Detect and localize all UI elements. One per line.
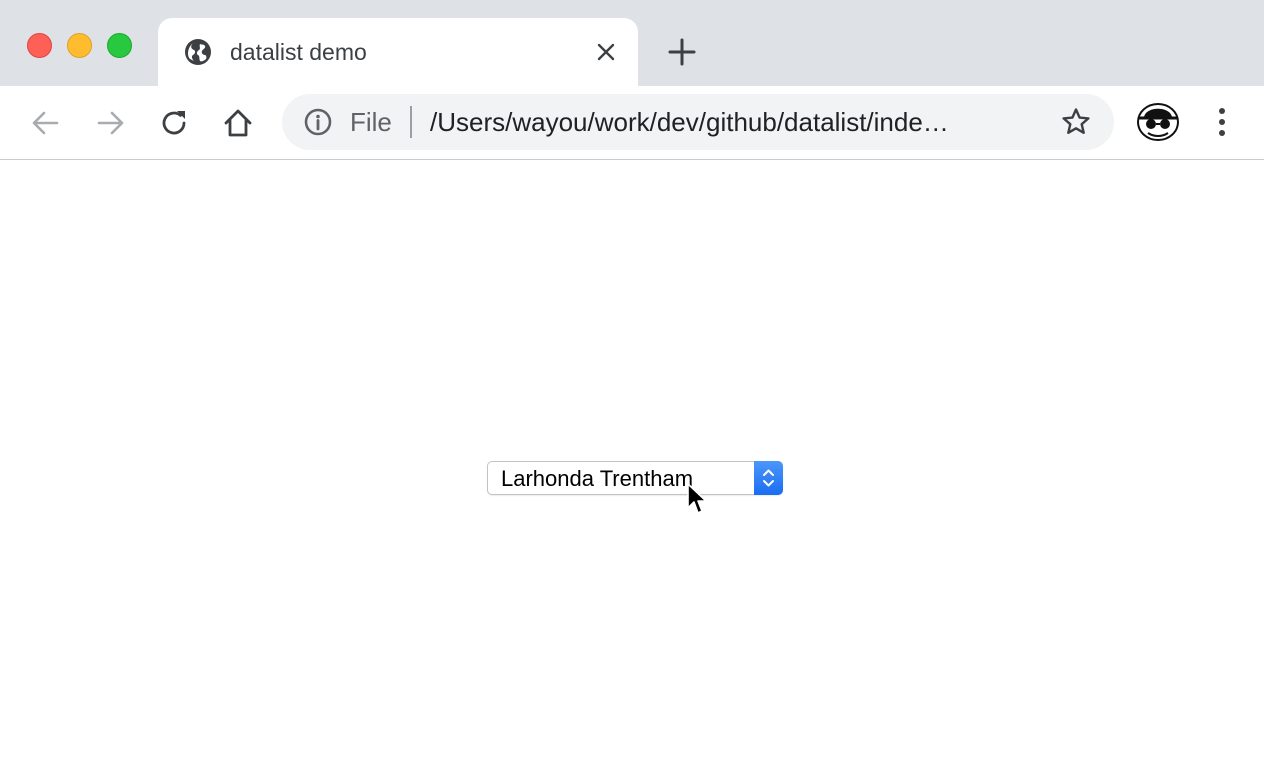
more-vert-icon[interactable] [1206,104,1238,140]
browser-window: datalist demo File /Users/wayou/work/dev… [0,0,1264,764]
select-selected-value: Larhonda Trentham [501,466,694,491]
reload-icon[interactable] [157,106,191,140]
home-icon[interactable] [221,106,255,140]
select-arrow-button[interactable] [754,461,783,495]
browser-toolbar: File /Users/wayou/work/dev/github/datali… [0,86,1264,160]
incognito-avatar-icon[interactable] [1136,102,1180,142]
arrow-right-icon[interactable] [93,106,127,140]
tab-title: datalist demo [230,39,367,65]
mouse-cursor-icon [687,483,707,514]
info-icon[interactable] [302,106,334,138]
url-scheme-label: File [350,107,392,137]
plus-icon[interactable] [666,36,698,68]
url-text[interactable]: /Users/wayou/work/dev/github/datalist/in… [430,107,1030,137]
up-down-chevron-icon [763,469,774,487]
window-close-button[interactable] [27,33,52,58]
tab-datalist-demo[interactable]: datalist demo [158,18,638,86]
star-icon[interactable] [1060,106,1092,138]
url-separator [410,106,412,138]
page-content: Larhonda Trentham [0,160,1264,764]
window-maximize-button[interactable] [107,33,132,58]
window-minimize-button[interactable] [67,33,92,58]
arrow-left-icon[interactable] [29,106,63,140]
tab-strip: datalist demo [0,0,1264,86]
name-select[interactable]: Larhonda Trentham [487,461,783,495]
address-bar[interactable]: File /Users/wayou/work/dev/github/datali… [282,94,1114,150]
globe-icon [185,39,211,65]
close-icon[interactable] [594,40,618,64]
